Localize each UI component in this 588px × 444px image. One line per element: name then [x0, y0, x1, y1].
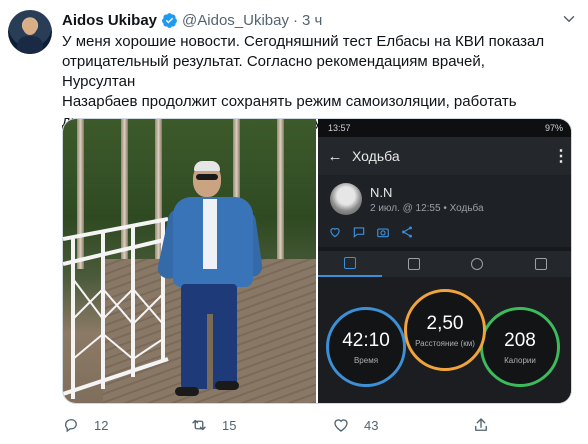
- walk-photo[interactable]: [63, 119, 316, 403]
- avatar-face: [23, 19, 37, 35]
- verified-badge-icon: [162, 12, 177, 28]
- distance-value: 2,50: [426, 312, 464, 334]
- activity-meta: 2 июл. @ 12:55 • Ходьба: [370, 203, 484, 214]
- comment-icon[interactable]: [352, 225, 366, 239]
- tweet: Aidos Ukibay @Aidos_Ukibay · 3 ч У меня …: [0, 0, 588, 444]
- tab-details[interactable]: [382, 251, 446, 277]
- heart-icon[interactable]: [328, 225, 342, 239]
- activity-avatar: [330, 183, 362, 215]
- reply-button[interactable]: 12: [62, 414, 108, 436]
- leg-gap: [207, 314, 213, 389]
- white-railing: [63, 217, 169, 399]
- tweet-time[interactable]: 3 ч: [302, 12, 322, 29]
- tree-trunk: [277, 119, 284, 269]
- reply-icon: [65, 419, 77, 433]
- like-button[interactable]: 43: [332, 414, 378, 436]
- distance-ring: 2,50 Расстояние (км): [404, 289, 486, 371]
- retweet-count: 15: [222, 417, 237, 433]
- avatar-suit: [17, 36, 43, 54]
- status-battery: 97%: [544, 123, 563, 133]
- person-shoe: [215, 381, 239, 390]
- chevron-down-icon[interactable]: [560, 10, 578, 28]
- reply-count: 12: [94, 417, 109, 433]
- fitness-app-screenshot[interactable]: 13:57 97% ← Ходьба ⋮ N.N 2 июл. @ 12:55 …: [318, 119, 571, 403]
- tweet-text: У меня хорошие новости. Сегодняшний тест…: [62, 33, 545, 130]
- stats-panel: 42:10 Время 2,50 Расстояние (км) 208 Кал…: [318, 277, 571, 403]
- tweet-media[interactable]: 13:57 97% ← Ходьба ⋮ N.N 2 июл. @ 12:55 …: [62, 118, 572, 404]
- social-icons: [328, 225, 414, 239]
- status-time: 13:57: [328, 123, 351, 133]
- laps-icon: [471, 258, 484, 270]
- sunglasses: [196, 174, 218, 180]
- time-label: Время: [353, 355, 379, 365]
- document-icon: [407, 258, 420, 270]
- app-tabs: [318, 251, 571, 277]
- retweet-button[interactable]: 15: [190, 414, 236, 436]
- chart-icon: [343, 257, 356, 269]
- tab-laps[interactable]: [446, 251, 510, 277]
- status-bar: 13:57 97%: [318, 119, 571, 137]
- author-avatar[interactable]: [8, 10, 52, 54]
- tab-graphs[interactable]: [509, 251, 571, 277]
- heart-icon: [334, 419, 348, 432]
- distance-label: Расстояние (км): [415, 338, 475, 348]
- pulse-icon: [535, 258, 548, 270]
- author-handle[interactable]: @Aidos_Ukibay: [182, 12, 289, 29]
- tweet-header: Aidos Ukibay @Aidos_Ukibay · 3 ч: [62, 10, 322, 30]
- separator-dot: ·: [292, 11, 298, 29]
- retweet-icon: [192, 419, 206, 431]
- app-bar: ← Ходьба ⋮: [318, 137, 571, 175]
- author-name[interactable]: Aidos Ukibay: [62, 12, 157, 29]
- calories-value: 208: [504, 329, 536, 351]
- person-shoe: [175, 387, 199, 396]
- camera-icon[interactable]: [376, 225, 390, 239]
- time-ring: 42:10 Время: [326, 307, 406, 387]
- tab-summary[interactable]: [318, 251, 382, 277]
- activity-user: N.N: [370, 185, 393, 200]
- calories-ring: 208 Калории: [480, 307, 560, 387]
- share-button[interactable]: [472, 414, 504, 436]
- back-arrow-icon[interactable]: ←: [318, 148, 352, 165]
- time-value: 42:10: [342, 329, 390, 351]
- activity-card: N.N 2 июл. @ 12:55 • Ходьба: [318, 175, 571, 247]
- calories-label: Калории: [504, 355, 536, 365]
- app-title: Ходьба: [352, 148, 400, 164]
- more-vertical-icon[interactable]: ⋮: [549, 146, 571, 166]
- share-icon[interactable]: [400, 225, 414, 239]
- person-hair: [194, 161, 220, 171]
- like-count: 43: [364, 417, 379, 433]
- share-icon: [475, 418, 487, 431]
- tweet-actions: 12 15 43: [62, 414, 572, 436]
- person-shirt: [203, 199, 217, 269]
